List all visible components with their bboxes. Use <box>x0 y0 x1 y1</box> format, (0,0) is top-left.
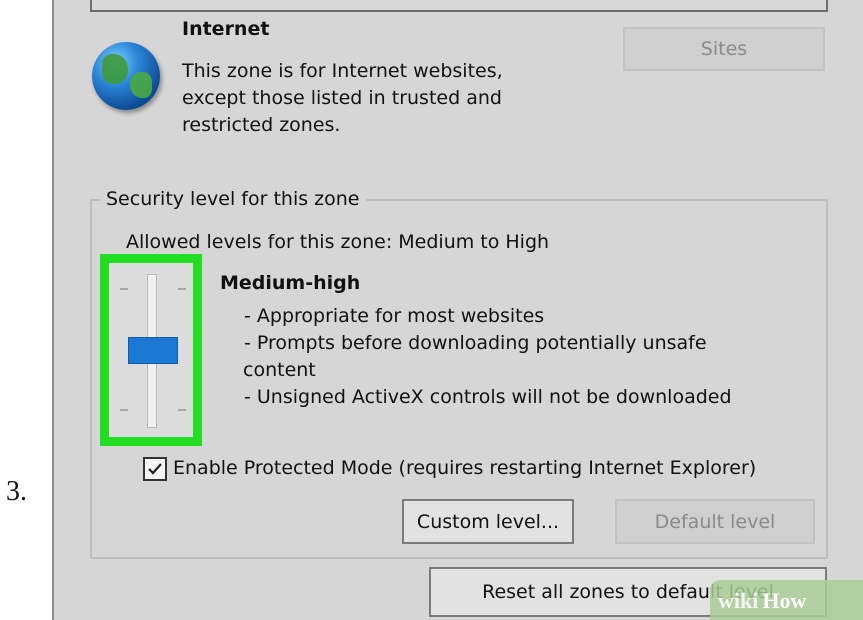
slider-tick <box>120 288 128 290</box>
slider-tick <box>120 409 128 411</box>
zone-description: This zone is for Internet websites, exce… <box>182 58 562 139</box>
custom-level-button[interactable]: Custom level... <box>402 499 574 544</box>
zone-description-line: restricted zones. <box>182 114 341 136</box>
slider-tick <box>178 409 186 411</box>
sites-button: Sites <box>623 27 825 71</box>
internet-options-security-panel: Internet This zone is for Internet websi… <box>52 0 863 620</box>
level-detail-line: - Prompts before downloading potentially… <box>244 332 707 354</box>
zone-description-line: except those listed in trusted and <box>182 87 502 109</box>
default-level-button: Default level <box>615 499 815 544</box>
level-detail-line: - Appropriate for most websites <box>244 305 545 327</box>
slider-tick <box>178 288 186 290</box>
watermark-wiki: wiki <box>718 588 759 613</box>
watermark-how: How <box>762 588 807 613</box>
security-level-name: Medium-high <box>220 272 361 294</box>
security-level-group-label: Security level for this zone <box>100 188 366 210</box>
protected-mode-checkbox[interactable] <box>143 457 167 481</box>
step-number: 3. <box>6 476 27 507</box>
security-level-details: - Appropriate for most websites - Prompt… <box>243 303 784 411</box>
wikihow-watermark: wiki How <box>710 580 863 620</box>
allowed-levels-text: Allowed levels for this zone: Medium to … <box>126 231 550 253</box>
level-detail-line: content <box>243 359 316 381</box>
zone-list-box[interactable] <box>90 0 828 12</box>
checkmark-icon <box>148 463 162 475</box>
globe-icon <box>92 42 160 110</box>
level-detail-line: - Unsigned ActiveX controls will not be … <box>244 386 732 408</box>
zone-description-line: This zone is for Internet websites, <box>182 60 503 82</box>
protected-mode-label[interactable]: Enable Protected Mode (requires restarti… <box>173 457 756 479</box>
security-level-slider-thumb[interactable] <box>128 337 178 364</box>
zone-title: Internet <box>182 18 270 40</box>
